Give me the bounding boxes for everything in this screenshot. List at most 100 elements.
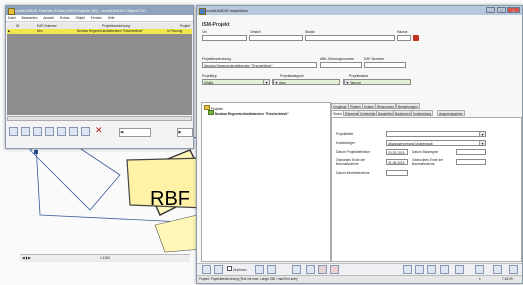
- database-icon[interactable]: [493, 265, 502, 274]
- projektkategorie-select[interactable]: Neubau ▾: [272, 79, 340, 85]
- datum-baubeginn-field[interactable]: [456, 149, 486, 155]
- map-statusbar: ◀ ▮ ▶ 1:1000: [20, 254, 190, 262]
- tree-item-label: Neubau Regenrückhaltebecken "Erscherblec…: [214, 112, 289, 116]
- table-toolbar: ✕ ◀| |▶: [7, 124, 193, 140]
- gedrucktes-ende-field[interactable]: [456, 159, 486, 165]
- attach-icon[interactable]: [403, 265, 412, 274]
- tab-bauformen[interactable]: Bauformen: [393, 110, 413, 116]
- export-icon[interactable]: [440, 265, 449, 274]
- tab-vorbereitung[interactable]: Vorbereitung: [411, 110, 434, 116]
- projekttyp-value: Alfalfa: [204, 81, 214, 85]
- projektbezeichnung-field[interactable]: Neubau Regenrückhaltebecken "Erscherblec…: [202, 62, 317, 68]
- label-ort: Ort: [202, 30, 207, 34]
- strasse-field[interactable]: [305, 35, 395, 41]
- map-pin-icon[interactable]: [413, 35, 419, 41]
- table-grid[interactable]: ID EAP-Nummer Projektbezeichnung Projekt…: [7, 23, 192, 115]
- monitor-icon[interactable]: [475, 265, 484, 274]
- tree-item[interactable]: Neubau Regenrückhaltebecken "Erscherblec…: [208, 110, 289, 116]
- maximize-button[interactable]: □: [497, 7, 506, 13]
- label-projekttyp: Projekttyp: [202, 74, 217, 78]
- cell-name[interactable]: Neubau Regenrückhaltebecken "Erscherblec…: [77, 29, 143, 34]
- label-projektkategorie: Projektkategorie: [280, 74, 304, 78]
- label-geplantes-ende: Geplantes Ende der Baumaßnahme: [336, 158, 366, 166]
- ortsteil-field[interactable]: [249, 35, 303, 41]
- checkbox-icon: [227, 266, 232, 271]
- hausnr-field[interactable]: [397, 35, 411, 41]
- chevron-down-icon[interactable]: ▾: [479, 132, 485, 136]
- status-count: 1: [479, 277, 481, 281]
- tab-bemerkungen[interactable]: Bemerkungen: [396, 103, 420, 109]
- inspection-window[interactable]: novaKANDIS Inspektion – □ × ISM-Projekt …: [196, 5, 523, 284]
- chevron-down-icon[interactable]: ▾: [479, 141, 485, 145]
- horizontal-scrollbar[interactable]: [7, 116, 192, 121]
- settings-icon[interactable]: [509, 265, 518, 274]
- check-icon[interactable]: [57, 127, 66, 136]
- geplantes-ende-field[interactable]: 31.08.2015: [386, 159, 408, 165]
- menu-item[interactable]: Extras: [60, 16, 69, 20]
- grid-icon[interactable]: [202, 265, 211, 274]
- new-icon[interactable]: [306, 265, 315, 274]
- project-icon: [208, 110, 214, 115]
- tab-vorbereiter[interactable]: Vorbereiter: [358, 110, 378, 116]
- zeichnen-checkbox[interactable]: Zeichnen: [227, 266, 247, 274]
- table-icon[interactable]: [214, 265, 223, 274]
- inspection-titlebar[interactable]: novaKANDIS Inspektion – □ ×: [197, 6, 522, 15]
- projektstatus-select[interactable]: In Planung ▾: [343, 79, 411, 85]
- label-datum-inbetrieb: Datum Inbetriebnahme: [336, 171, 370, 175]
- menu-item[interactable]: Ansicht: [43, 16, 54, 20]
- edit-icon[interactable]: [292, 265, 301, 274]
- eap-field[interactable]: [364, 62, 406, 68]
- project-tree[interactable]: Projekte Neubau Regenrückhaltebecken "Er…: [201, 102, 331, 262]
- edit-icon[interactable]: [45, 127, 54, 136]
- status-tab-panel: Projektleiter ▾ Kostenträger Abwasserver…: [331, 117, 522, 262]
- table-row[interactable]: ▶ Neu Neubau Regenrückhaltebecken "Ersch…: [7, 29, 192, 34]
- status-time: 7:18:09: [502, 277, 513, 281]
- menu-item[interactable]: Datei: [8, 16, 16, 20]
- form-heading: ISM-Projekt: [202, 22, 230, 28]
- table-icon[interactable]: [69, 127, 78, 136]
- abk-field[interactable]: [320, 62, 362, 68]
- table-editor-window[interactable]: novaKANDIS Tabellen-Editor [ISM-Projekte…: [5, 5, 194, 149]
- new-icon[interactable]: [33, 127, 42, 136]
- tab-strip: Vorgänge Phasen Kosten Ressourcen Bemerk…: [331, 103, 522, 117]
- delete-icon[interactable]: [330, 265, 339, 274]
- kostentraeger-select[interactable]: Abwasserverband Musterstadt ▾: [386, 140, 486, 146]
- status-text: Projekt: Projektbezeichnung [Text mit ma…: [199, 277, 298, 281]
- cell-status[interactable]: In Planung: [167, 29, 182, 34]
- projektleiter-select[interactable]: ▾: [386, 131, 486, 137]
- menu-item[interactable]: Hilfe: [108, 16, 115, 20]
- menu-item[interactable]: Bearbeiten: [22, 16, 38, 20]
- chevron-down-icon[interactable]: ▾: [344, 80, 350, 84]
- menu-item[interactable]: Fenster: [91, 16, 102, 20]
- table-editor-titlebar[interactable]: novaKANDIS Tabellen-Editor [ISM-Projekte…: [6, 6, 193, 15]
- menu-item[interactable]: Objekt: [75, 16, 85, 20]
- projekttyp-select[interactable]: Alfalfa ▾: [202, 79, 270, 85]
- document-icon[interactable]: [415, 265, 424, 274]
- row-indicator-icon: ▶: [8, 29, 11, 33]
- datum-definition-field[interactable]: 20.02.2015: [386, 149, 408, 155]
- tab-vorgaenge[interactable]: Vorgänge: [331, 103, 349, 109]
- print-icon[interactable]: [455, 265, 464, 274]
- ort-field[interactable]: [202, 35, 247, 41]
- tab-phasen[interactable]: Phasen: [348, 103, 363, 109]
- cell-eap[interactable]: Neu: [37, 29, 43, 34]
- report-icon[interactable]: [427, 265, 436, 274]
- chevron-down-icon[interactable]: ▾: [273, 80, 279, 84]
- chevron-down-icon[interactable]: ▾: [263, 80, 269, 84]
- tab-ansprechpartner[interactable]: Ansprechpartner: [437, 110, 465, 116]
- record-navigator-end[interactable]: |▶: [177, 128, 193, 137]
- pdf-icon[interactable]: [318, 265, 327, 274]
- page-nav-icon[interactable]: ◀ ▮ ▶: [22, 256, 31, 260]
- tab-ressourcen[interactable]: Ressourcen: [375, 103, 397, 109]
- grid-icon[interactable]: [9, 127, 18, 136]
- minimize-button[interactable]: –: [486, 7, 495, 13]
- layers-icon[interactable]: [255, 265, 264, 274]
- save-icon[interactable]: [81, 127, 90, 136]
- record-navigator[interactable]: ◀|: [119, 128, 151, 137]
- datum-inbetrieb-field[interactable]: [386, 170, 408, 176]
- close-button[interactable]: ×: [507, 7, 520, 13]
- delete-icon[interactable]: ✕: [95, 126, 103, 135]
- list-icon[interactable]: [21, 127, 30, 136]
- copy-icon[interactable]: [267, 265, 276, 274]
- tab-kosten[interactable]: Kosten: [362, 103, 376, 109]
